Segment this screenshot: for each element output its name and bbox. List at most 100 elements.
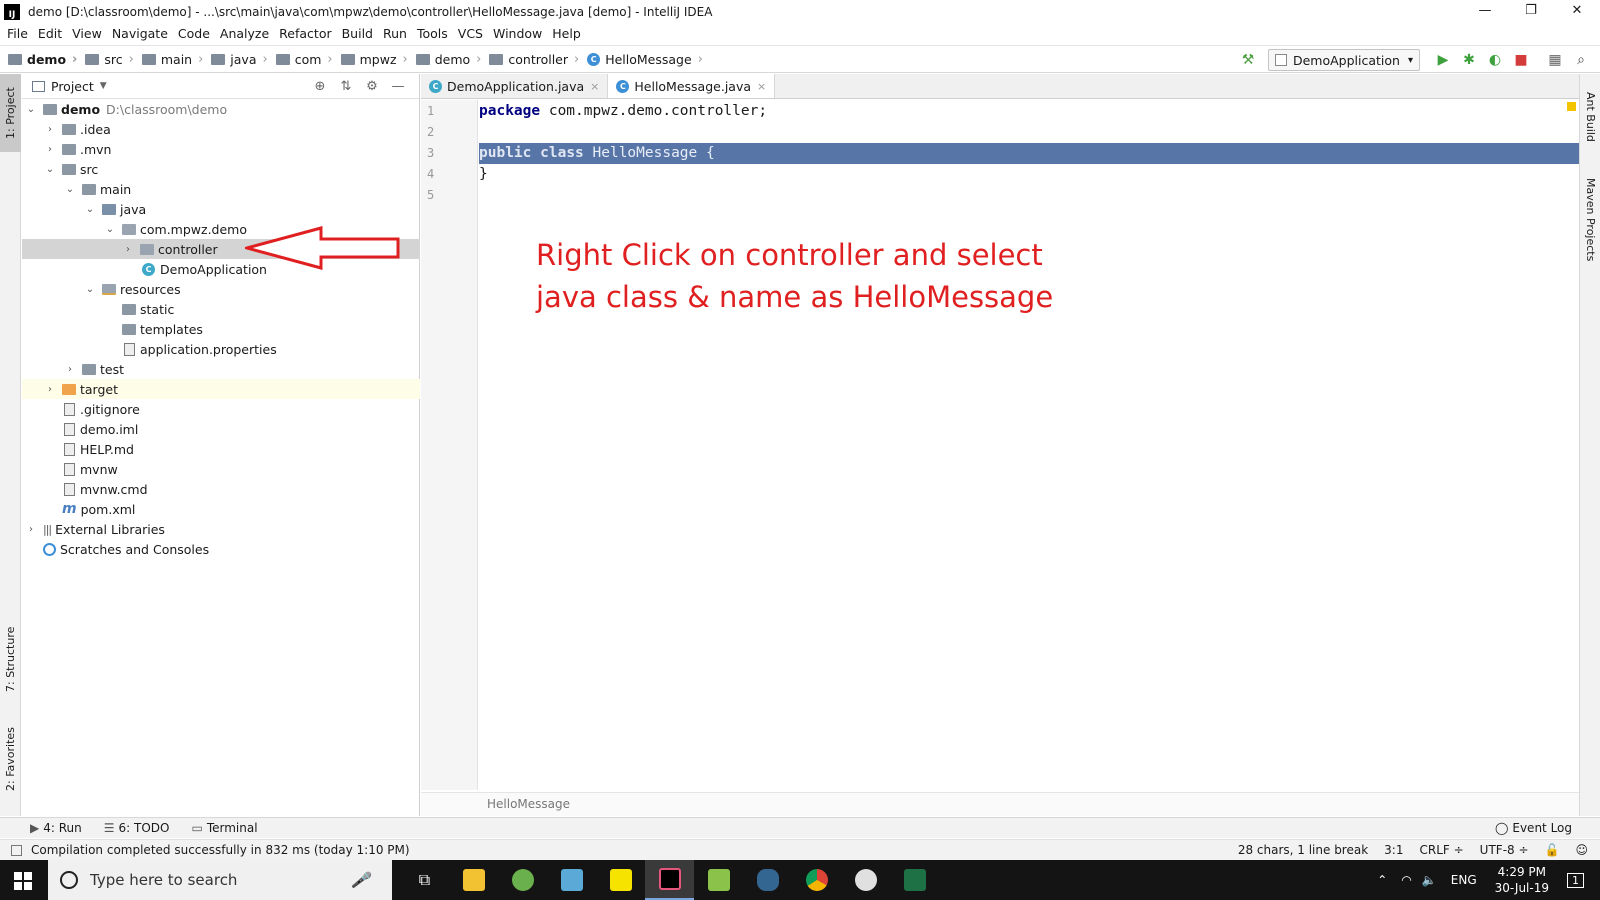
minimize-button[interactable]: — [1462,0,1508,23]
tree-item-application-properties[interactable]: application.properties [22,339,420,359]
breadcrumb-mpwz[interactable]: mpwz › [340,52,408,67]
tree-item-idea[interactable]: › .idea [22,119,420,139]
clock[interactable]: 4:29 PM 30-Jul-19 [1495,864,1549,896]
cursor-position[interactable]: 3:1 [1384,843,1403,857]
spreadsheet-icon[interactable] [694,860,743,900]
todo-tool-button[interactable]: ☰ 6: TODO [104,821,170,835]
file-encoding[interactable]: UTF-8 ÷ [1480,843,1529,857]
breadcrumb-controller[interactable]: controller › [489,52,579,67]
paint-icon[interactable] [841,860,890,900]
coverage-icon[interactable]: ◐ [1484,52,1506,68]
project-structure-icon[interactable]: ▦ [1544,52,1566,68]
breadcrumb-java[interactable]: java › [211,52,268,67]
taskbar-search[interactable]: Type here to search 🎤 [48,860,392,900]
menu-code[interactable]: Code [178,26,210,41]
run-icon[interactable]: ▶ [1432,52,1454,68]
menu-help[interactable]: Help [552,26,581,41]
volume-icon[interactable]: 🔈 [1422,873,1437,887]
breadcrumb-main[interactable]: main › [141,52,203,67]
tab-maven-projects[interactable]: Maven Projects [1580,170,1600,270]
tab-structure[interactable]: 7: Structure [0,619,21,699]
tab-ant-build[interactable]: Ant Build [1580,82,1600,152]
run-tool-button[interactable]: ▶ 4: Run [30,821,82,835]
intellij-taskbar-icon[interactable] [645,860,694,900]
excel-icon[interactable] [890,860,939,900]
menu-tools[interactable]: Tools [417,26,448,41]
editor-footer-label[interactable]: HelloMessage [487,797,570,811]
tab-favorites[interactable]: 2: Favorites [0,714,21,804]
tree-item-mvnw[interactable]: mvnw [22,459,420,479]
menu-window[interactable]: Window [493,26,542,41]
file-explorer-icon[interactable] [449,860,498,900]
tree-item-help-md[interactable]: HELP.md [22,439,420,459]
breadcrumb-demo-pkg[interactable]: demo › [415,52,481,67]
menu-build[interactable]: Build [342,26,373,41]
lock-icon[interactable]: 🔓 [1545,843,1560,857]
wifi-icon[interactable]: ◠ [1401,873,1411,887]
collapse-all-icon[interactable]: ⇅ [333,79,359,94]
event-log-button[interactable]: ◯ Event Log [1495,821,1572,835]
microphone-icon[interactable]: 🎤 [351,871,370,889]
search-everywhere-icon[interactable]: ⌕ [1570,52,1592,68]
menu-view[interactable]: View [72,26,102,41]
project-view-label[interactable]: Project [51,79,94,94]
breadcrumb-demo[interactable]: demo › [8,52,77,67]
tree-item-main[interactable]: ⌄ main [22,179,420,199]
close-button[interactable]: ✕ [1554,0,1600,23]
locate-icon[interactable]: ⊕ [307,79,333,94]
tree-item-gitignore[interactable]: .gitignore [22,399,420,419]
breadcrumb-src[interactable]: src › [85,52,134,67]
chrome-icon[interactable] [792,860,841,900]
breadcrumb-com[interactable]: com › [275,52,333,67]
menu-edit[interactable]: Edit [38,26,62,41]
tree-item-java[interactable]: ⌄ java [22,199,420,219]
run-configuration-select[interactable]: DemoApplication ▾ [1267,49,1420,71]
menu-vcs[interactable]: VCS [458,26,483,41]
hide-icon[interactable]: — [385,79,411,94]
language-indicator[interactable]: ENG [1451,873,1477,887]
terminal-tool-button[interactable]: ▭ Terminal [191,821,257,835]
status-toggle-icon[interactable] [11,845,22,856]
restore-button[interactable]: ❐ [1508,0,1554,23]
sticky-notes-icon[interactable] [596,860,645,900]
menu-file[interactable]: File [7,26,28,41]
close-tab-icon[interactable]: × [757,80,766,93]
tree-item-scratches[interactable]: Scratches and Consoles [22,539,420,559]
tree-item-test[interactable]: › test [22,359,420,379]
tree-item-pom-xml[interactable]: m pom.xml [22,499,420,519]
tab-hellomessage[interactable]: C HelloMessage.java × [608,74,776,98]
notepad-icon[interactable] [547,860,596,900]
menu-refactor[interactable]: Refactor [279,26,331,41]
breadcrumb-hellomessage[interactable]: C HelloMessage › [587,52,703,67]
postgres-icon[interactable] [743,860,792,900]
menu-navigate[interactable]: Navigate [112,26,168,41]
chevron-down-icon[interactable]: ▼ [100,81,107,91]
tab-project[interactable]: 1: Project [0,74,21,152]
build-hammer-icon[interactable]: ⚒ [1240,52,1256,68]
warning-marker[interactable] [1567,102,1576,111]
code-editor[interactable]: package com.mpwz.demo.controller; public… [479,100,1579,790]
tab-demoapplication[interactable]: C DemoApplication.java × [421,74,609,98]
chevron-up-icon[interactable]: ⌃ [1377,873,1387,887]
close-tab-icon[interactable]: × [590,80,599,93]
tree-item-mvn[interactable]: › .mvn [22,139,420,159]
line-separator[interactable]: CRLF ÷ [1419,843,1463,857]
tree-item-templates[interactable]: templates [22,319,420,339]
gear-icon[interactable]: ⚙ [359,79,385,94]
tree-item-static[interactable]: static [22,299,420,319]
tree-item-demo[interactable]: ⌄ demo D:\classroom\demo [22,99,420,119]
notification-icon[interactable]: 1 [1567,872,1584,888]
menu-analyze[interactable]: Analyze [220,26,269,41]
tree-item-demo-iml[interactable]: demo.iml [22,419,420,439]
windows-start-icon[interactable] [14,872,32,890]
tree-item-external-libraries[interactable]: › ||| External Libraries [22,519,420,539]
tree-item-src[interactable]: ⌄ src [22,159,420,179]
tree-item-resources[interactable]: ⌄ resources [22,279,420,299]
tree-item-target[interactable]: › target [22,379,420,399]
menu-run[interactable]: Run [383,26,407,41]
debug-icon[interactable]: ✱ [1458,52,1480,68]
tree-item-mvnw-cmd[interactable]: mvnw.cmd [22,479,420,499]
stop-icon[interactable]: ■ [1510,52,1532,68]
task-view-icon[interactable]: ⧉ [400,860,449,900]
android-studio-icon[interactable] [498,860,547,900]
